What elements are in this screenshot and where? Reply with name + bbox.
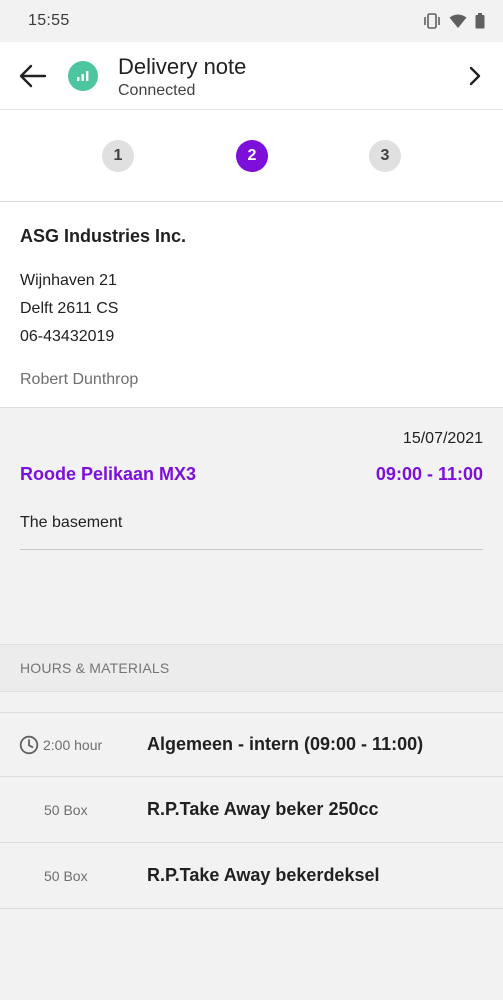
status-time: 15:55 bbox=[28, 12, 70, 29]
customer-phone: 06-43432019 bbox=[20, 328, 115, 345]
job-details: 15/07/2021 Roode Pelikaan MX3 09:00 - 11… bbox=[0, 408, 503, 644]
app-bar: Delivery note Connected bbox=[0, 42, 503, 110]
battery-icon bbox=[475, 13, 485, 29]
line-item-quantity: 50 Box bbox=[44, 867, 88, 884]
connection-status-badge bbox=[68, 61, 98, 91]
line-item-description: R.P.Take Away beker 250cc bbox=[147, 799, 379, 819]
job-name: Roode Pelikaan MX3 bbox=[20, 464, 197, 484]
divider bbox=[20, 549, 483, 550]
chevron-right-icon bbox=[469, 66, 481, 86]
wifi-icon bbox=[449, 13, 467, 29]
arrow-left-icon bbox=[19, 64, 47, 88]
address-city: Delft 2611 CS bbox=[20, 300, 119, 317]
next-button[interactable] bbox=[461, 61, 489, 91]
contact-person: Robert Dunthrop bbox=[20, 371, 139, 388]
job-location: The basement bbox=[20, 514, 123, 531]
job-date: 15/07/2021 bbox=[402, 430, 483, 447]
line-item[interactable]: 50 Box R.P.Take Away bekerdeksel bbox=[0, 843, 503, 909]
clock-icon bbox=[19, 735, 39, 754]
line-item-quantity: 50 Box bbox=[44, 801, 88, 818]
status-icons bbox=[423, 13, 485, 29]
line-item[interactable]: 2:00 hour Algemeen - intern (09:00 - 11:… bbox=[0, 713, 503, 777]
signal-bars-icon bbox=[77, 71, 89, 81]
title-block: Delivery note Connected bbox=[118, 53, 246, 101]
line-items-list: 2:00 hour Algemeen - intern (09:00 - 11:… bbox=[0, 712, 503, 909]
line-item[interactable]: 50 Box R.P.Take Away beker 250cc bbox=[0, 777, 503, 843]
vibrate-icon bbox=[423, 13, 441, 29]
job-time-range: 09:00 - 11:00 bbox=[375, 464, 483, 484]
section-header-hours-materials: HOURS & MATERIALS bbox=[0, 644, 503, 692]
page-title: Delivery note bbox=[118, 54, 247, 79]
line-item-description: R.P.Take Away bekerdeksel bbox=[147, 865, 380, 885]
customer-card: ASG Industries Inc. Wijnhaven 21 Delft 2… bbox=[0, 202, 503, 408]
status-bar: 15:55 bbox=[0, 0, 503, 42]
customer-name: ASG Industries Inc. bbox=[20, 226, 187, 246]
step-3[interactable]: 3 bbox=[369, 140, 401, 172]
address-street: Wijnhaven 21 bbox=[20, 272, 117, 289]
line-item-quantity: 2:00 hour bbox=[19, 735, 102, 755]
quantity-text: 2:00 hour bbox=[43, 736, 103, 753]
step-2[interactable]: 2 bbox=[236, 140, 268, 172]
stepper: 1 2 3 bbox=[0, 110, 503, 202]
line-item-description: Algemeen - intern (09:00 - 11:00) bbox=[147, 734, 424, 754]
connection-status-text: Connected bbox=[118, 82, 196, 99]
step-1[interactable]: 1 bbox=[102, 140, 134, 172]
back-button[interactable] bbox=[16, 59, 50, 93]
